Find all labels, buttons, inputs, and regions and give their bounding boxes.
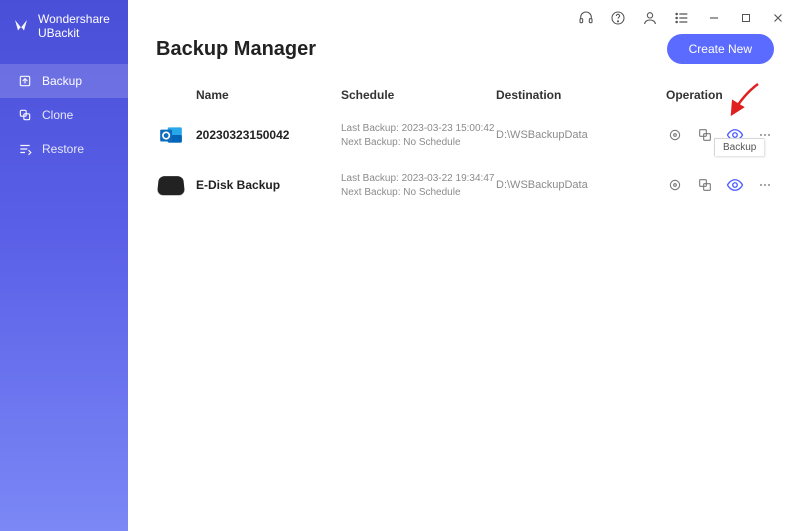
sidebar-item-label: Clone [42,108,73,122]
headset-icon[interactable] [578,10,594,26]
sidebar-nav: Backup Clone Restore [0,64,128,166]
app-title: Wondershare UBackit [38,12,116,40]
row-destination: D:\WSBackupData [496,179,666,191]
next-backup-text: Next Backup: No Schedule [341,137,496,148]
user-icon[interactable] [642,10,658,26]
last-backup-text: Last Backup: 2023-03-22 19:34:47 [341,173,496,184]
sidebar: Wondershare UBackit Backup Clone Restore [0,0,128,531]
backup-now-icon[interactable] [696,126,714,144]
sidebar-item-clone[interactable]: Clone [0,98,128,132]
backup-tooltip: Backup [714,138,764,156]
outlook-app-icon [156,120,186,150]
row-name: E-Disk Backup [196,178,341,192]
maximize-icon[interactable] [738,10,754,26]
menu-icon[interactable] [674,10,690,26]
last-backup-text: Last Backup: 2023-03-23 15:00:42 [341,123,496,134]
row-destination: D:\WSBackupData [496,129,666,141]
more-dots-icon[interactable] [756,176,774,194]
minimize-icon[interactable] [706,10,722,26]
row-operations [666,176,774,194]
main-area: Backup Manager Create New Name Schedule … [128,0,800,531]
col-destination: Destination [496,88,666,102]
brand: Wondershare UBackit [0,0,128,64]
row-schedule: Last Backup: 2023-03-23 15:00:42 Next Ba… [341,123,496,148]
next-backup-text: Next Backup: No Schedule [341,187,496,198]
app-logo-icon [12,17,30,35]
create-new-button[interactable]: Create New [667,34,774,64]
sidebar-item-backup[interactable]: Backup [0,64,128,98]
col-schedule: Schedule [341,88,496,102]
view-eye-icon[interactable] [726,176,744,194]
col-operation: Operation [666,88,774,102]
row-schedule: Last Backup: 2023-03-22 19:34:47 Next Ba… [341,173,496,198]
titlebar [128,0,800,30]
clone-icon [18,108,32,122]
row-name: 20230323150042 [196,128,341,142]
restore-icon [18,142,32,156]
page-header: Backup Manager Create New [128,30,800,80]
table-row: E-Disk Backup Last Backup: 2023-03-22 19… [156,160,774,210]
help-icon[interactable] [610,10,626,26]
backup-table: Name Schedule Destination Operation 2023… [128,80,800,210]
sidebar-item-label: Backup [42,74,82,88]
table-row: 20230323150042 Last Backup: 2023-03-23 1… [156,110,774,160]
settings-gear-icon[interactable] [666,126,684,144]
close-icon[interactable] [770,10,786,26]
backup-icon [18,74,32,88]
col-name: Name [196,88,341,102]
settings-gear-icon[interactable] [666,176,684,194]
sidebar-item-label: Restore [42,142,84,156]
backup-now-icon[interactable] [696,176,714,194]
disk-drive-icon [156,170,186,200]
table-header: Name Schedule Destination Operation [156,80,774,110]
page-title: Backup Manager [156,38,316,61]
sidebar-item-restore[interactable]: Restore [0,132,128,166]
